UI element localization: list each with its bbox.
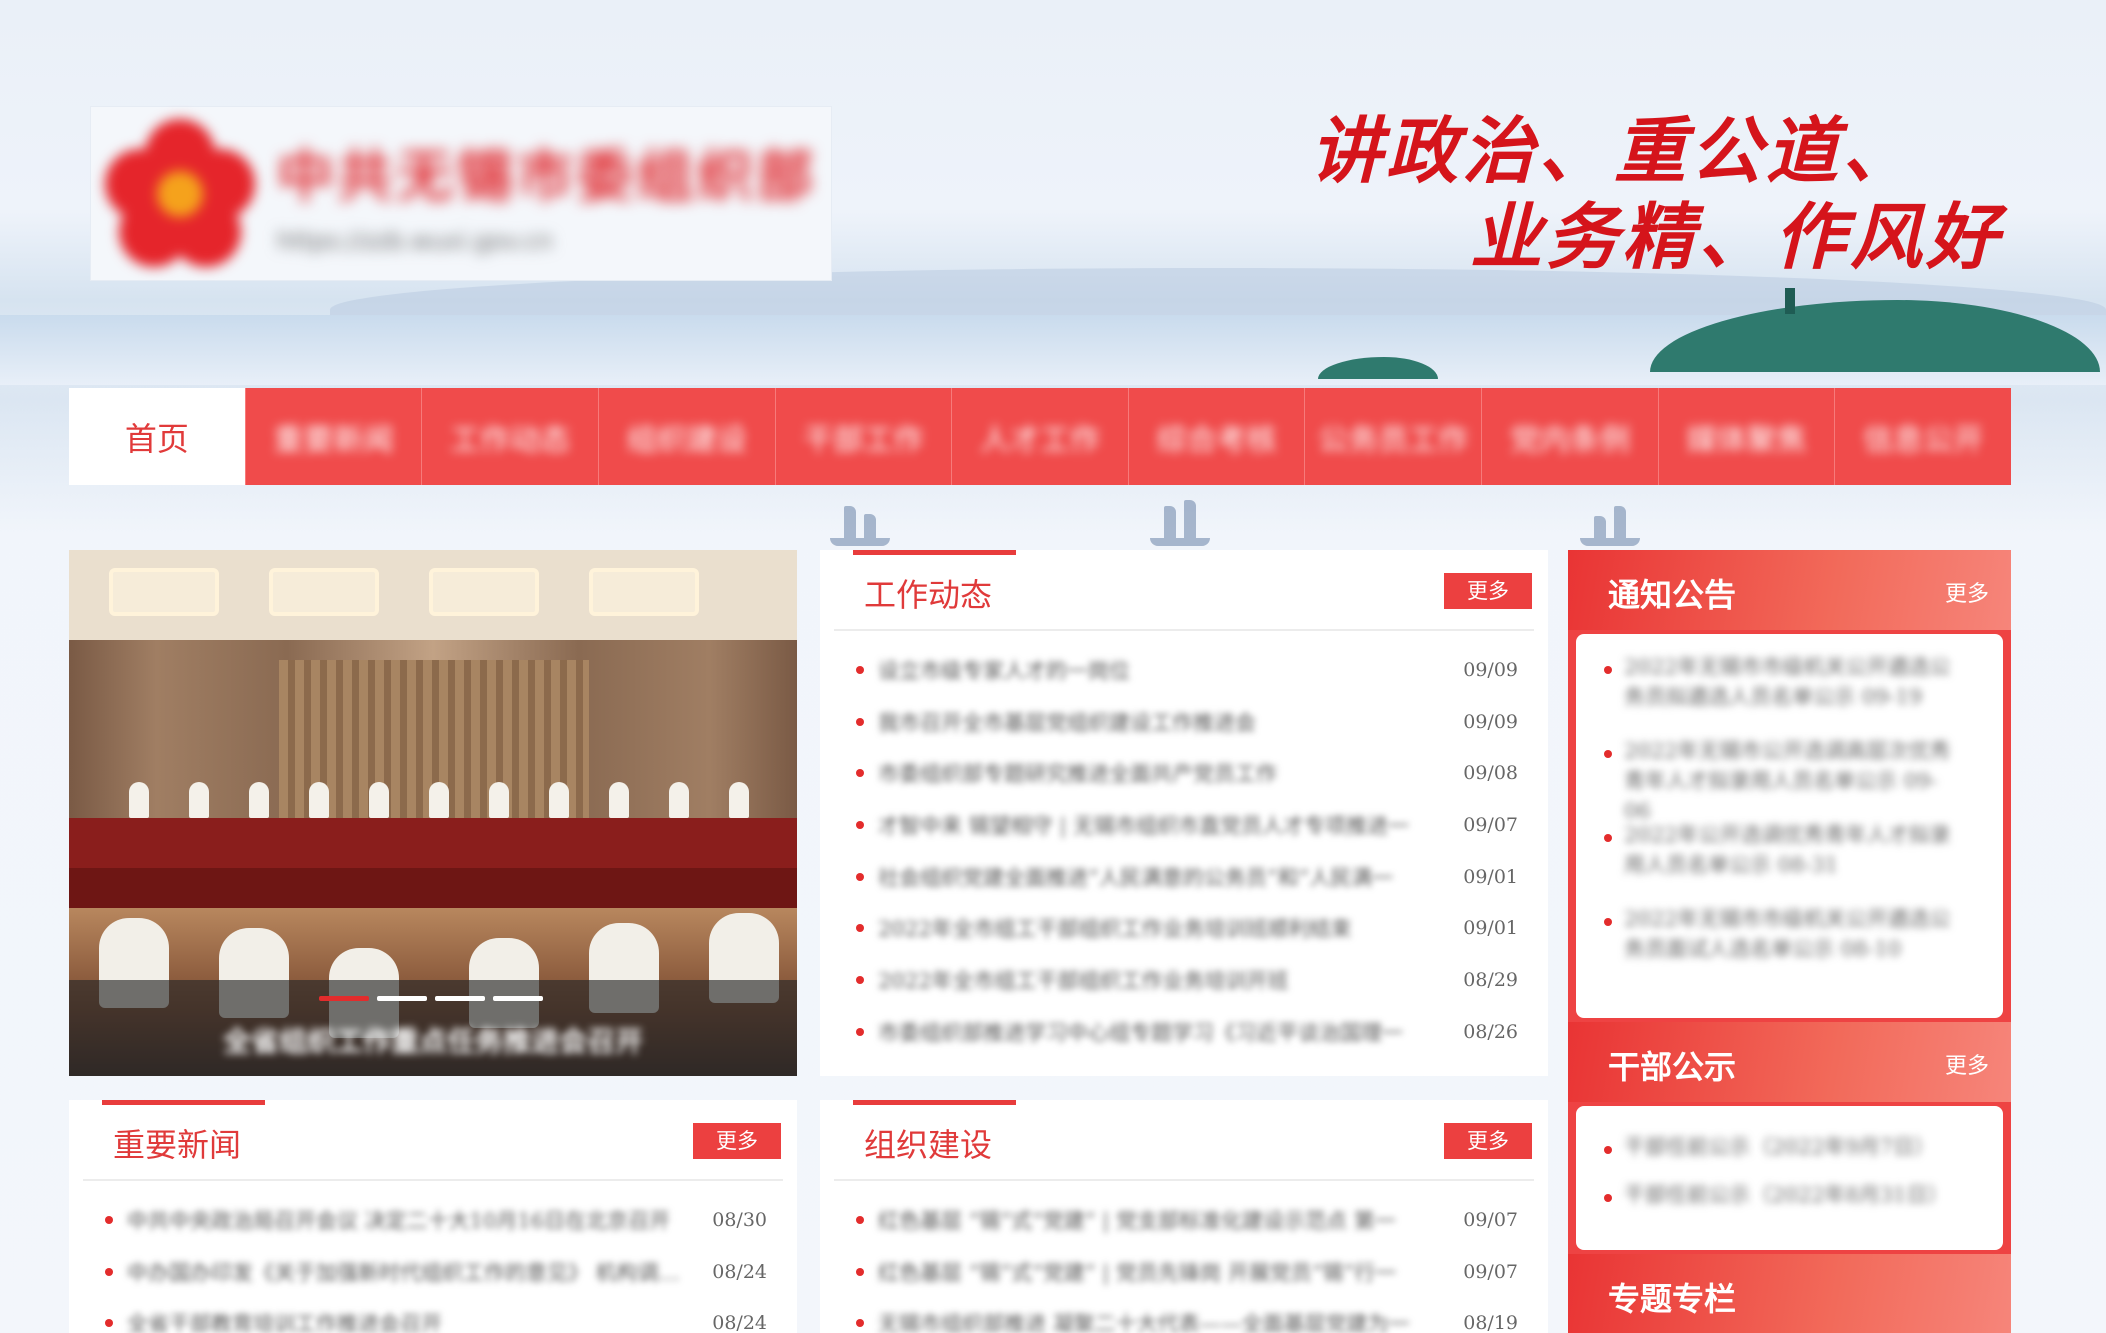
list-item[interactable]: 2022年无锡市市级机关公开遴选公务员拟遴选人员名单公示 09-19	[1596, 652, 1963, 736]
list-item[interactable]: 中共中央政治局召开会议 决定二十大10月16日在北京召开 08/30	[105, 1194, 767, 1246]
slogan-line-1: 讲政治、重公道、	[1310, 108, 1919, 193]
nav-info-disclosure[interactable]: 信息公开	[1834, 388, 2011, 485]
carousel-photo	[69, 550, 797, 640]
more-button[interactable]: 更多	[1444, 1123, 1532, 1159]
list-item[interactable]: 红色基层 “锡”式“党建” | 党员先锋岗 开展党员“锡”行一 09/07	[856, 1246, 1518, 1298]
list-item[interactable]: 才智中来 锡望相守 | 无锡市组织市直党员人才专项推进一 09/07	[856, 799, 1518, 851]
news-list: 中共中央政治局召开会议 决定二十大10月16日在北京召开 08/30 中办国办印发…	[105, 1194, 767, 1333]
notice-list: 2022年无锡市市级机关公开遴选公务员拟遴选人员名单公示 09-19 2022年…	[1576, 634, 2003, 988]
more-link[interactable]: 更多	[1945, 576, 1989, 608]
org-building-panel: 组织建设 更多 红色基层 “锡”式“党建” | 党支部标准化建设示范点 第一 09…	[820, 1100, 1548, 1333]
panel-title: 工作动态	[864, 576, 993, 614]
nav-home[interactable]: 首页	[69, 388, 245, 485]
more-link[interactable]: 更多	[1945, 1048, 1989, 1080]
section-title: 干部公示	[1608, 1048, 1737, 1086]
nav-work-news[interactable]: 工作动态	[421, 388, 598, 485]
more-button[interactable]: 更多	[1444, 573, 1532, 609]
nav-important-news[interactable]: 重要新闻	[244, 388, 422, 485]
list-item[interactable]: 无锡市组织部推进 凝聚二十大代表——全面基层党建为一 08/19	[856, 1297, 1518, 1333]
site-name: 中共无锡市委组织部	[277, 144, 817, 210]
logo-text: 中共无锡市委组织部 https://zzb.wuxi.gov.cn	[277, 132, 817, 255]
nav-org-building[interactable]: 组织建设	[597, 388, 775, 485]
nav-civil-servant[interactable]: 公务员工作	[1304, 388, 1481, 485]
right-sidebar: 通知公告 更多 2022年无锡市市级机关公开遴选公务员拟遴选人员名单公示 09-…	[1568, 550, 2011, 1333]
list-item[interactable]: 干部任前公示（2022年9月7日）	[1596, 1132, 1963, 1180]
important-news-panel: 重要新闻 更多 中共中央政治局召开会议 决定二十大10月16日在北京召开 08/3…	[69, 1100, 797, 1333]
boat-icon	[830, 500, 890, 546]
nav-media[interactable]: 媒体聚焦	[1657, 388, 1835, 485]
boat-icon	[1150, 500, 1210, 546]
list-item[interactable]: 设立市级专家人才的一岗位 09/09	[856, 644, 1518, 696]
list-item[interactable]: 社会组织党建全面推进“人民满意的公务员”和“人民满一 09/01	[856, 851, 1518, 903]
site-logo[interactable]: 中共无锡市委组织部 https://zzb.wuxi.gov.cn	[90, 106, 832, 281]
nav-talent-work[interactable]: 人才工作	[951, 388, 1128, 485]
list-item[interactable]: 2022年无锡市市级机关公开遴选公务员面试人选名单公示 08-10	[1596, 904, 1963, 988]
news-carousel[interactable]: 全省组织工作重点任务推进会召开	[69, 550, 797, 1076]
nav-cadre-work[interactable]: 干部工作	[774, 388, 952, 485]
list-item[interactable]: 市委组织部推进学习中心组专题学习《习近平谈治国理一 08/26	[856, 1006, 1518, 1058]
carousel-dot[interactable]	[319, 996, 369, 1001]
list-item[interactable]: 2022年无锡市公开选调高层次优秀青年人才拟录用人员名单公示 09-06	[1596, 736, 1963, 823]
nav-assessment[interactable]: 综合考核	[1127, 388, 1305, 485]
boat-icon	[1580, 500, 1640, 546]
carousel-dot[interactable]	[493, 996, 543, 1001]
panel-title: 组织建设	[864, 1126, 993, 1164]
nav-party-rules[interactable]: 党内条例	[1481, 388, 1658, 485]
list-item[interactable]: 全省干部教育培训工作推进会召开 08/24	[105, 1297, 767, 1333]
plum-blossom-logo-icon	[105, 118, 255, 269]
site-url: https://zzb.wuxi.gov.cn	[277, 227, 553, 255]
more-button[interactable]: 更多	[693, 1123, 781, 1159]
list-item[interactable]: 2022年全市组工干部组织工作业务培训班顺利结束 09/01	[856, 902, 1518, 954]
work-news-panel: 工作动态 更多 设立市级专家人才的一岗位 09/09 我市召开全市基层党组织建设工…	[820, 550, 1548, 1076]
notices-header: 通知公告 更多	[1568, 550, 2011, 630]
news-list: 设立市级专家人才的一岗位 09/09 我市召开全市基层党组织建设工作推进会 09/0…	[856, 644, 1518, 1058]
list-item[interactable]: 红色基层 “锡”式“党建” | 党支部标准化建设示范点 第一 09/07	[856, 1194, 1518, 1246]
cadre-box: 干部任前公示（2022年9月7日） 干部任前公示（2022年8月31日）	[1576, 1106, 2003, 1250]
section-title: 专题专栏	[1608, 1280, 1737, 1318]
panel-title: 重要新闻	[113, 1126, 242, 1164]
pagoda-icon	[1785, 288, 1795, 314]
main-nav: 首页 重要新闻 工作动态 组织建设 干部工作 人才工作 综合考核 公务员工作 党…	[69, 388, 2011, 485]
list-item[interactable]: 2022年全市组工干部组织工作业务培训开班 08/29	[856, 954, 1518, 1006]
list-item[interactable]: 我市召开全市基层党组织建设工作推进会 09/09	[856, 696, 1518, 748]
list-item[interactable]: 2022年公开选调优秀青年人才拟录用人员名单公示 08-31	[1596, 820, 1963, 904]
list-item[interactable]: 干部任前公示（2022年8月31日）	[1596, 1180, 1963, 1228]
section-title: 通知公告	[1608, 576, 1737, 614]
notices-box: 2022年无锡市市级机关公开遴选公务员拟遴选人员名单公示 09-19 2022年…	[1576, 634, 2003, 1018]
slogan: 讲政治、重公道、 业务精、作风好	[1310, 108, 2002, 280]
list-item[interactable]: 中办国办印发《关于加强新时代组织工作的意见》 机构调整了一 08/24	[105, 1246, 767, 1298]
carousel-dot[interactable]	[377, 996, 427, 1001]
cadre-list: 干部任前公示（2022年9月7日） 干部任前公示（2022年8月31日）	[1576, 1106, 2003, 1228]
cadre-header: 干部公示 更多	[1568, 1022, 2011, 1102]
carousel-indicators	[319, 996, 543, 1001]
news-list: 红色基层 “锡”式“党建” | 党支部标准化建设示范点 第一 09/07 红色基层…	[856, 1194, 1518, 1333]
slogan-line-2: 业务精、作风好	[1470, 194, 2003, 279]
carousel-caption[interactable]: 全省组织工作重点任务推进会召开	[69, 1020, 797, 1060]
carousel-dot[interactable]	[435, 996, 485, 1001]
list-item[interactable]: 市委组织部专题研究推进全面共产党员工作 09/08	[856, 747, 1518, 799]
special-topics-header[interactable]: 专题专栏	[1568, 1254, 2011, 1333]
